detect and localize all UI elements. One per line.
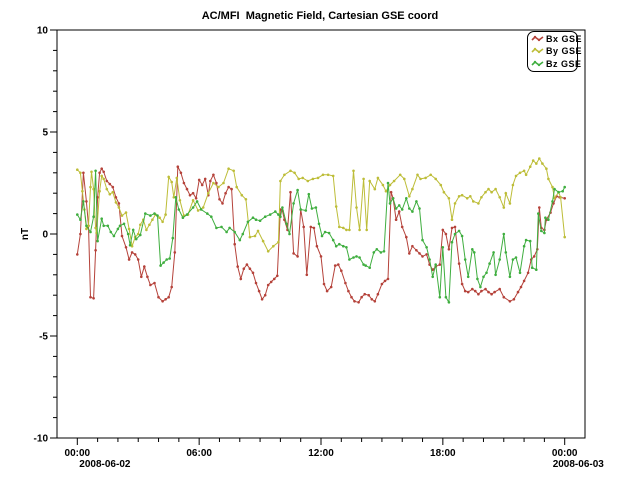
legend-label-by: By GSE bbox=[546, 46, 582, 56]
x-tick-label: 12:00 bbox=[308, 448, 334, 459]
x-tick-label: 00:00 bbox=[65, 448, 91, 459]
x-tick-label: 06:00 bbox=[186, 448, 212, 459]
bz-series-swatch-icon bbox=[531, 60, 544, 68]
legend-box: Bx GSE By GSE Bz GSE bbox=[527, 31, 578, 72]
by-series-swatch-icon bbox=[531, 47, 544, 55]
series-layer bbox=[76, 157, 566, 303]
x-tick-label: 18:00 bbox=[430, 448, 456, 459]
y-tick-label: 0 bbox=[42, 230, 48, 241]
series-by-gse bbox=[76, 157, 566, 252]
x-end-date-label: 2008-06-03 bbox=[553, 459, 605, 470]
series-bx-gse bbox=[76, 165, 566, 303]
legend-entry-by: By GSE bbox=[531, 45, 575, 57]
plot-canvas: 1050-5-10nT00:0006:0012:0018:0000:002008… bbox=[0, 0, 640, 480]
y-tick-label: 10 bbox=[37, 26, 49, 37]
y-tick-label: -10 bbox=[34, 434, 49, 445]
plot-window: AC/MFI Magnetic Field, Cartesian GSE coo… bbox=[0, 0, 640, 480]
x-tick-label: 00:00 bbox=[552, 448, 578, 459]
legend-label-bz: Bz GSE bbox=[546, 59, 582, 69]
y-tick-label: 5 bbox=[42, 128, 48, 139]
legend-label-bx: Bx GSE bbox=[546, 34, 582, 44]
y-axis-label: nT bbox=[20, 228, 31, 240]
legend-entry-bz: Bz GSE bbox=[531, 58, 575, 70]
axes-layer: 1050-5-10nT00:0006:0012:0018:0000:002008… bbox=[20, 26, 604, 471]
bx-series-swatch-icon bbox=[531, 35, 544, 43]
legend-entry-bx: Bx GSE bbox=[531, 33, 575, 45]
y-tick-label: -5 bbox=[39, 332, 48, 343]
x-start-date-label: 2008-06-02 bbox=[79, 459, 131, 470]
